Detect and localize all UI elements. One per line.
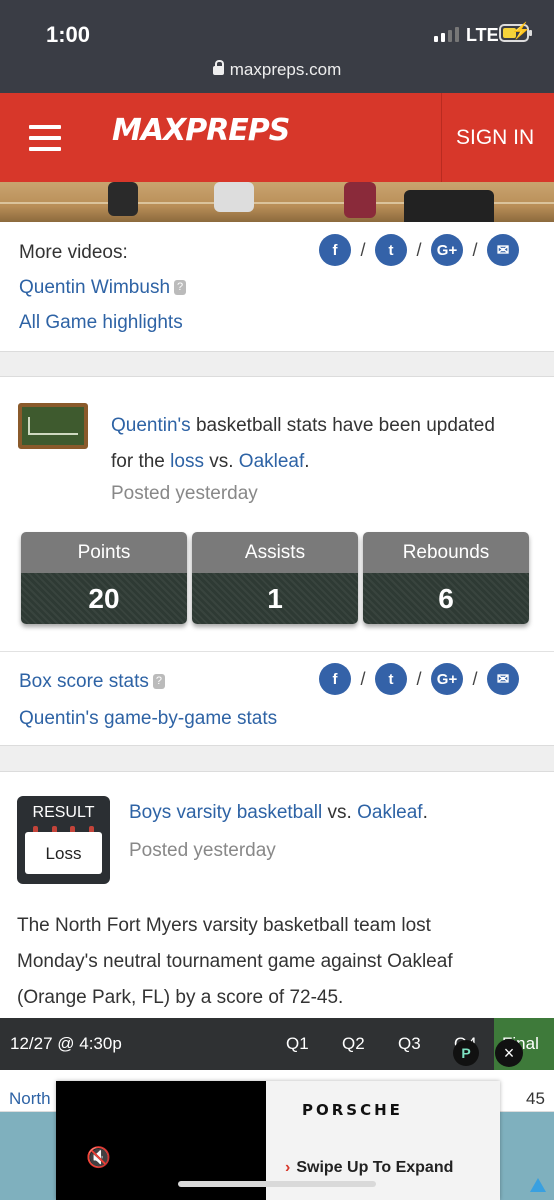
- google-plus-icon[interactable]: G+: [431, 663, 463, 695]
- share-bar: f / t / G+ / ✉: [319, 663, 519, 695]
- stat-tile-assists: Assists 1: [192, 532, 358, 624]
- team-total: 45: [526, 1089, 545, 1108]
- network-label: LTE: [466, 25, 499, 45]
- box-score-link[interactable]: Box score stats?: [19, 671, 165, 693]
- player-video-link[interactable]: Quentin Wimbush?: [19, 277, 187, 299]
- status-bar: 1:00 LTE ⚡ maxpreps.com: [0, 0, 554, 93]
- more-videos-label: More videos:: [19, 242, 128, 263]
- loss-link[interactable]: loss: [170, 451, 204, 472]
- all-highlights-link[interactable]: All Game highlights: [19, 312, 183, 334]
- team-link[interactable]: Boys varsity basketball: [129, 802, 322, 823]
- signal-icon: [434, 26, 459, 42]
- stat-tile-rebounds: Rebounds 6: [363, 532, 529, 624]
- adchoices-icon[interactable]: [530, 1178, 546, 1192]
- team-name[interactable]: North: [9, 1089, 51, 1109]
- twitter-icon[interactable]: t: [375, 234, 407, 266]
- ad-choice-icon[interactable]: P: [453, 1040, 479, 1066]
- stat-value: 6: [363, 573, 529, 624]
- result-headline: Boys varsity basketball vs. Oakleaf.: [129, 802, 428, 823]
- mute-icon[interactable]: 🔇: [86, 1145, 111, 1170]
- chalkboard-icon: [18, 403, 88, 449]
- q3-header: Q3: [398, 1034, 421, 1053]
- google-plus-icon[interactable]: G+: [431, 234, 463, 266]
- chevron-right-icon: ›: [285, 1159, 291, 1176]
- ad-brand: PORSCHE: [302, 1101, 403, 1119]
- home-indicator[interactable]: [178, 1181, 376, 1187]
- twitter-icon[interactable]: t: [375, 663, 407, 695]
- sign-in-button[interactable]: SIGN IN: [456, 126, 534, 150]
- stat-value: 20: [21, 573, 187, 624]
- stat-label: Points: [21, 532, 187, 573]
- help-icon[interactable]: ?: [174, 280, 187, 296]
- opponent-link[interactable]: Oakleaf: [357, 802, 422, 823]
- lock-icon: [212, 60, 224, 75]
- videos-card: More videos: Quentin Wimbush? All Game h…: [0, 222, 554, 352]
- video-player[interactable]: [0, 182, 554, 222]
- maxpreps-logo[interactable]: MAXPREPS: [112, 113, 290, 148]
- result-badge-icon: RESULT Loss: [17, 796, 110, 884]
- posted-time: Posted yesterday: [111, 483, 258, 504]
- divider: [441, 93, 442, 182]
- game-by-game-link[interactable]: Quentin's game-by-game stats: [19, 708, 277, 730]
- stat-label: Rebounds: [363, 532, 529, 573]
- battery-icon: ⚡: [499, 23, 532, 42]
- q2-header: Q2: [342, 1034, 365, 1053]
- help-icon[interactable]: ?: [152, 674, 165, 690]
- stat-label: Assists: [192, 532, 358, 573]
- ad-cta[interactable]: › Swipe Up To Expand: [285, 1159, 453, 1177]
- game-date: 12/27 @ 4:30p: [10, 1034, 122, 1053]
- site-header: MAXPREPS SIGN IN: [0, 93, 554, 182]
- player-link[interactable]: Quentin's: [111, 415, 191, 436]
- share-bar: f / t / G+ / ✉: [319, 234, 519, 266]
- facebook-icon[interactable]: f: [319, 663, 351, 695]
- clock: 1:00: [46, 22, 91, 47]
- url-text: maxpreps.com: [229, 60, 342, 79]
- email-icon[interactable]: ✉: [487, 234, 519, 266]
- opponent-link[interactable]: Oakleaf: [239, 451, 304, 472]
- stat-value: 1: [192, 573, 358, 624]
- address-bar[interactable]: maxpreps.com: [0, 60, 554, 80]
- result-value: Loss: [25, 832, 102, 874]
- email-icon[interactable]: ✉: [487, 663, 519, 695]
- game-summary: The North Fort Myers varsity basketball …: [17, 915, 453, 1008]
- q1-header: Q1: [286, 1034, 309, 1053]
- stats-headline: Quentin's basketball stats have been upd…: [111, 415, 495, 472]
- hamburger-menu-icon[interactable]: [29, 125, 61, 151]
- close-ad-button[interactable]: ×: [495, 1039, 523, 1067]
- facebook-icon[interactable]: f: [319, 234, 351, 266]
- posted-time: Posted yesterday: [129, 840, 276, 861]
- stat-tile-points: Points 20: [21, 532, 187, 624]
